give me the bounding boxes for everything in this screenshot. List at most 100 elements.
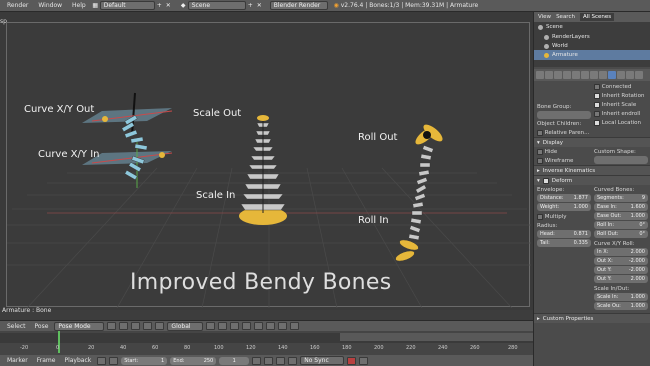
local-location-check[interactable]: [594, 119, 600, 126]
preview-range-icon[interactable]: [109, 356, 119, 365]
modifiers-tab-icon[interactable]: [590, 71, 598, 79]
inherit-rotation-checkbox[interactable]: Inherit Rotation: [594, 91, 648, 100]
wireframe-check[interactable]: [537, 157, 543, 164]
scene-dropdown[interactable]: Scene: [187, 1, 246, 10]
wireframe-checkbox[interactable]: Wireframe: [537, 156, 591, 165]
render-preview-icon[interactable]: [290, 322, 300, 330]
constraints-tab-icon[interactable]: [581, 71, 589, 79]
display-panel-header[interactable]: ▾ Display: [534, 137, 650, 147]
inherit-endroll-check[interactable]: [594, 110, 600, 117]
outliner-item-renderlayers[interactable]: RenderLayers: [534, 32, 650, 42]
keying-icon[interactable]: [347, 356, 357, 365]
inherit-endroll-checkbox[interactable]: Inherit endroll: [594, 109, 648, 118]
translate-icon[interactable]: [143, 322, 153, 330]
multiply-check[interactable]: [537, 213, 543, 220]
menu-pose[interactable]: Pose: [32, 323, 52, 330]
proportional-icon[interactable]: [278, 322, 288, 330]
weight-field[interactable]: Weight: 1.000: [537, 203, 591, 211]
relative-parent-checkbox[interactable]: Relative Paren...: [537, 128, 591, 137]
scale-out-field[interactable]: Scale Ou: 1.000: [594, 302, 648, 310]
outliner-item-scene[interactable]: Scene: [534, 22, 650, 32]
head-field[interactable]: Head: 0.871: [537, 230, 591, 238]
roll-out-field[interactable]: Roll Out: 0°: [594, 230, 648, 238]
out-x-field[interactable]: Out X: -2.000: [594, 257, 648, 265]
layer-button-3[interactable]: [230, 322, 240, 330]
pivot-icon[interactable]: [119, 322, 129, 330]
inherit-scale-checkbox[interactable]: Inherit Scale: [594, 100, 648, 109]
menu-playback[interactable]: Playback: [61, 357, 94, 364]
jump-end-icon[interactable]: [288, 356, 298, 365]
ease-out-field[interactable]: Ease Out: 1.000: [594, 212, 648, 220]
lock-icon[interactable]: [254, 322, 264, 330]
custom-shape-field[interactable]: [594, 156, 648, 164]
menu-help[interactable]: Help: [67, 2, 91, 9]
inherit-scale-check[interactable]: [594, 101, 600, 108]
outliner-tab-all-scenes[interactable]: All Scenes: [579, 13, 615, 21]
world-tab-icon[interactable]: [563, 71, 571, 79]
sync-dropdown[interactable]: No Sync: [300, 356, 345, 365]
layers-tab-icon[interactable]: [545, 71, 553, 79]
timeline-scrollbar[interactable]: [340, 333, 533, 341]
menu-render[interactable]: Render: [2, 2, 33, 9]
connected-checkbox[interactable]: Connected: [594, 82, 648, 91]
segments-field[interactable]: Segments: 9: [594, 194, 648, 202]
hide-checkbox[interactable]: Hide: [537, 147, 591, 156]
ik-panel-header[interactable]: ▸ Inverse Kinematics: [534, 165, 650, 175]
layer-button-1[interactable]: [206, 322, 216, 330]
record-icon[interactable]: [97, 356, 107, 365]
3d-viewport[interactable]: sp Curve X/Y Out Curve X/Y In Scale Out …: [0, 12, 533, 314]
menu-marker[interactable]: Marker: [4, 357, 31, 364]
menu-select[interactable]: Select: [4, 323, 29, 330]
deform-panel-header[interactable]: ▾ Deform: [534, 175, 650, 185]
relative-parent-check[interactable]: [537, 129, 543, 136]
inherit-rotation-check[interactable]: [594, 92, 600, 99]
in-y-field[interactable]: Out Y: -2.000: [594, 266, 648, 274]
connected-check[interactable]: [594, 83, 600, 90]
local-location-checkbox[interactable]: Local Location: [594, 118, 648, 127]
close-scene-icon[interactable]: ✕: [255, 1, 264, 10]
keyset-icon[interactable]: [359, 356, 369, 365]
mode-dropdown[interactable]: Pose Mode: [54, 321, 105, 331]
bone-constraints-tab-icon[interactable]: [617, 71, 625, 79]
deform-check[interactable]: [542, 177, 549, 184]
play-reverse-icon[interactable]: [264, 356, 274, 365]
out-y-field[interactable]: Out Y: 2.000: [594, 275, 648, 283]
scene-tab-icon[interactable]: [554, 71, 562, 79]
rotate-icon[interactable]: [155, 322, 165, 330]
outliner-tab-view[interactable]: View: [538, 14, 551, 20]
play-icon[interactable]: [276, 356, 286, 365]
bone-tab-icon[interactable]: [608, 71, 616, 79]
menu-frame[interactable]: Frame: [34, 357, 59, 364]
shading-icon[interactable]: [107, 322, 117, 330]
layer-button-2[interactable]: [218, 322, 228, 330]
end-frame-field[interactable]: End: 250: [170, 356, 217, 365]
outliner-tab-search[interactable]: Search: [556, 14, 575, 20]
outliner-item-armature[interactable]: Armature: [534, 50, 650, 60]
add-layout-icon[interactable]: +: [155, 1, 164, 10]
bone-group-field[interactable]: [537, 111, 591, 119]
jump-start-icon[interactable]: [252, 356, 262, 365]
ease-in-field[interactable]: Ease In: 1.600: [594, 203, 648, 211]
add-scene-icon[interactable]: +: [246, 1, 255, 10]
outliner-item-world[interactable]: World: [534, 42, 650, 50]
start-frame-field[interactable]: Start: 1: [121, 356, 168, 365]
object-tab-icon[interactable]: [572, 71, 580, 79]
layer-button-4[interactable]: [242, 322, 252, 330]
render-engine-dropdown[interactable]: Blender Render: [269, 1, 328, 10]
custom-properties-header[interactable]: ▸ Custom Properties: [534, 313, 650, 323]
render-tab-icon[interactable]: [536, 71, 544, 79]
screen-layout-icon[interactable]: ▦: [91, 1, 100, 10]
distance-field[interactable]: Distance: 1.877: [537, 194, 591, 202]
layout-dropdown[interactable]: Default: [99, 1, 155, 10]
physics-tab-icon[interactable]: [635, 71, 643, 79]
manipulator-icon[interactable]: [131, 322, 141, 330]
texture-tab-icon[interactable]: [626, 71, 634, 79]
scene-icon[interactable]: ◆: [179, 1, 188, 10]
menu-window[interactable]: Window: [33, 2, 67, 9]
snap-icon[interactable]: [266, 322, 276, 330]
hide-check[interactable]: [537, 148, 543, 155]
timeline[interactable]: -20 0 20 40 60 80 100 120 140 160 180 20…: [0, 331, 533, 355]
current-frame-field[interactable]: 1: [219, 356, 250, 365]
scale-in-field[interactable]: Scale In: 1.000: [594, 293, 648, 301]
orientation-dropdown[interactable]: Global: [167, 321, 204, 331]
